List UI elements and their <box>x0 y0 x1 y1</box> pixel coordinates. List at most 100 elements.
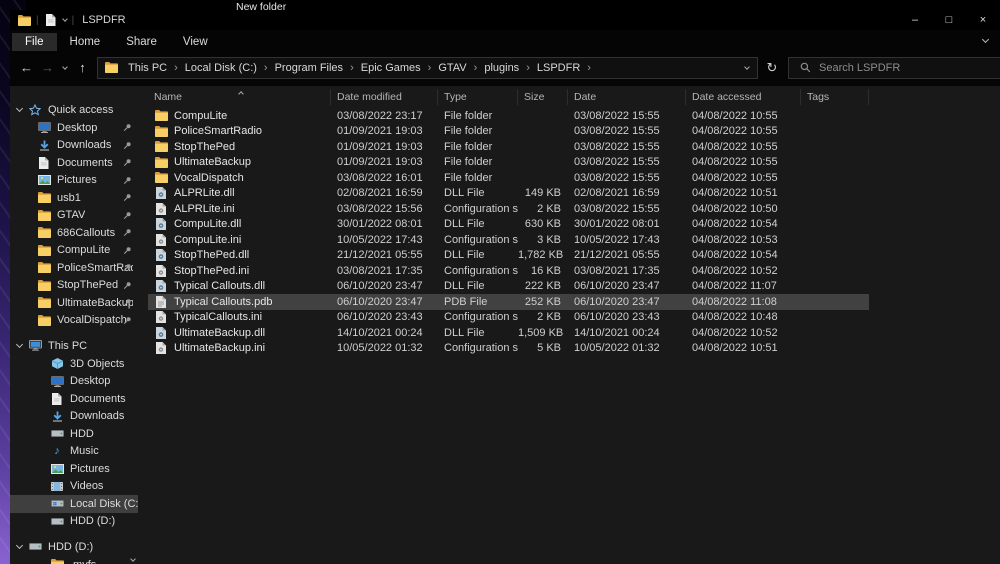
sidebar-item-downloads[interactable]: Downloads <box>10 137 138 155</box>
quick-access-toolbar-icon[interactable] <box>44 14 58 26</box>
tab-file[interactable]: File <box>12 33 57 51</box>
column-header-tags[interactable]: Tags <box>801 89 869 105</box>
breadcrumb-item-gtav[interactable]: GTAV <box>432 62 472 74</box>
tab-view[interactable]: View <box>170 33 221 51</box>
up-button[interactable]: ↑ <box>72 57 93 79</box>
qat-customize-caret-icon[interactable] <box>62 16 68 22</box>
cell-date: 06/10/2020 23:43 <box>568 311 686 323</box>
computer-icon <box>28 340 42 351</box>
sidebar-item-ultimatebackup[interactable]: UltimateBackup <box>10 294 138 312</box>
folder-icon <box>37 280 51 291</box>
sidebar-item-pictures[interactable]: Pictures <box>10 460 138 478</box>
file-row-typical-callouts-dll[interactable]: Typical Callouts.dll06/10/2020 23:47DLL … <box>148 279 869 295</box>
file-row-ultimatebackup-ini[interactable]: UltimateBackup.ini10/05/2022 01:32Config… <box>148 341 869 357</box>
column-header-type[interactable]: Type <box>438 89 518 105</box>
refresh-button[interactable]: ↻ <box>759 60 785 76</box>
sidebar-item-stoptheped[interactable]: StopThePed <box>10 277 138 295</box>
sidebar-item-documents[interactable]: Documents <box>10 154 138 172</box>
cell-type: DLL File <box>438 187 518 199</box>
breadcrumb-item-plugins[interactable]: plugins <box>478 62 525 74</box>
column-header-date-modified[interactable]: Date modified <box>331 89 438 105</box>
pictures-icon <box>50 464 64 474</box>
sidebar-item-686callouts[interactable]: 686Callouts <box>10 224 138 242</box>
sidebar-item-hdd[interactable]: HDD <box>10 425 138 443</box>
cell-size: 1,509 KB <box>518 327 568 339</box>
sidebar-item-local-disk-c[interactable]: Local Disk (C:) <box>10 495 138 513</box>
sidebar-item-documents[interactable]: Documents <box>10 390 138 408</box>
column-header-date-accessed[interactable]: Date accessed <box>686 89 801 105</box>
section-expander-icon[interactable] <box>16 341 23 348</box>
pin-icon <box>123 193 132 205</box>
sidebar-item-music[interactable]: ♪Music <box>10 443 138 461</box>
file-row-stoptheped-ini[interactable]: StopThePed.ini03/08/2021 17:35Configurat… <box>148 263 869 279</box>
cell-date: 03/08/2022 15:55 <box>568 172 686 184</box>
breadcrumb-item-this-pc[interactable]: This PC <box>122 62 173 74</box>
minimize-button[interactable]: – <box>898 10 932 30</box>
sidebar-item-label: Pictures <box>57 174 97 186</box>
file-row-compulite-dll[interactable]: CompuLite.dll30/01/2022 08:01DLL File630… <box>148 217 869 233</box>
tab-home[interactable]: Home <box>57 33 114 51</box>
section-expander-icon[interactable] <box>16 105 23 112</box>
cell-size: 222 KB <box>518 280 568 292</box>
sidebar-item-gtav[interactable]: GTAV <box>10 207 138 225</box>
breadcrumb-item-program-files[interactable]: Program Files <box>269 62 349 74</box>
back-button[interactable]: ← <box>16 57 37 79</box>
title-bar: | | LSPDFR – □ × <box>10 10 1000 30</box>
breadcrumb-item-epic-games[interactable]: Epic Games <box>355 62 427 74</box>
sidebar-section-this-pc[interactable]: This PC <box>10 336 138 355</box>
file-row-compulite[interactable]: CompuLite03/08/2022 23:17File folder03/0… <box>148 108 869 124</box>
file-row-typical-callouts-pdb[interactable]: Typical Callouts.pdb06/10/2020 23:47PDB … <box>148 294 869 310</box>
search-input[interactable] <box>819 62 991 74</box>
column-header-name[interactable]: Name <box>148 89 331 105</box>
sidebar-item-usb1[interactable]: usb1 <box>10 189 138 207</box>
sidebar-item-policesmartradio[interactable]: PoliceSmartRadio <box>10 259 138 277</box>
sidebar-item-pictures[interactable]: Pictures <box>10 172 138 190</box>
close-button[interactable]: × <box>966 10 1000 30</box>
sidebar-item-compulite[interactable]: CompuLite <box>10 242 138 260</box>
sidebar-item-hdd-d[interactable]: HDD (D:) <box>10 513 138 531</box>
column-header-date[interactable]: Date <box>568 89 686 105</box>
column-header-size[interactable]: Size <box>518 89 568 105</box>
cell-modified: 01/09/2021 19:03 <box>331 141 438 153</box>
sidebar-item-downloads[interactable]: Downloads <box>10 408 138 426</box>
tab-share[interactable]: Share <box>113 33 170 51</box>
sidebar-item-desktop[interactable]: Desktop <box>10 119 138 137</box>
section-expander-icon[interactable] <box>16 542 23 549</box>
breadcrumb-item-local-disk-c[interactable]: Local Disk (C:) <box>179 62 263 74</box>
file-row-policesmartradio[interactable]: PoliceSmartRadio01/09/2021 19:03File fol… <box>148 124 869 140</box>
file-row-ultimatebackup[interactable]: UltimateBackup01/09/2021 19:03File folde… <box>148 155 869 171</box>
file-row-stoptheped-dll[interactable]: StopThePed.dll21/12/2021 05:55DLL File1,… <box>148 248 869 264</box>
content-area: Quick accessDesktopDownloadsDocumentsPic… <box>10 86 1000 564</box>
address-bar-row: ← → ↑ This PC›Local Disk (C:)›Program Fi… <box>10 54 1000 86</box>
recent-locations-caret-icon[interactable] <box>58 67 72 69</box>
file-row-alprlite-dll[interactable]: ALPRLite.dll02/08/2021 16:59DLL File149 … <box>148 186 869 202</box>
search-box[interactable] <box>788 57 1000 79</box>
sidebar-item-mvfs[interactable]: .mvfs <box>10 556 138 564</box>
sidebar-section-quick-access[interactable]: Quick access <box>10 100 138 119</box>
file-row-stoptheped[interactable]: StopThePed01/09/2021 19:03File folder03/… <box>148 139 869 155</box>
file-row-typicalcallouts-ini[interactable]: TypicalCallouts.ini06/10/2020 23:43Confi… <box>148 310 869 326</box>
sidebar-item-vocaldispatch[interactable]: VocalDispatch <box>10 312 138 330</box>
forward-button[interactable]: → <box>37 57 58 79</box>
folder-icon <box>154 110 168 121</box>
file-name: VocalDispatch <box>174 172 244 184</box>
file-name: UltimateBackup.ini <box>174 342 265 354</box>
sidebar-item-3d-objects[interactable]: 3D Objects <box>10 355 138 373</box>
sidebar-item-desktop[interactable]: Desktop <box>10 373 138 391</box>
address-dropdown-caret-icon[interactable] <box>737 67 757 69</box>
file-row-vocaldispatch[interactable]: VocalDispatch03/08/2022 16:01File folder… <box>148 170 869 186</box>
ribbon-expand-caret-icon[interactable] <box>982 36 989 43</box>
cell-accessed: 04/08/2022 10:55 <box>686 125 801 137</box>
sidebar-item-videos[interactable]: Videos <box>10 478 138 496</box>
file-row-ultimatebackup-dll[interactable]: UltimateBackup.dll14/10/2021 00:24DLL Fi… <box>148 325 869 341</box>
file-row-compulite-ini[interactable]: CompuLite.ini10/05/2022 17:43Configurati… <box>148 232 869 248</box>
breadcrumb-item-lspdfr[interactable]: LSPDFR <box>531 62 586 74</box>
sidebar-section-hdd-d[interactable]: HDD (D:) <box>10 537 138 556</box>
cell-type: File folder <box>438 110 518 122</box>
cell-modified: 03/08/2021 17:35 <box>331 265 438 277</box>
file-row-alprlite-ini[interactable]: ALPRLite.ini03/08/2022 15:56Configuratio… <box>148 201 869 217</box>
maximize-button[interactable]: □ <box>932 10 966 30</box>
address-box[interactable]: This PC›Local Disk (C:)›Program Files›Ep… <box>97 57 758 79</box>
cell-name: Typical Callouts.dll <box>148 280 331 292</box>
cell-size: 3 KB <box>518 234 568 246</box>
